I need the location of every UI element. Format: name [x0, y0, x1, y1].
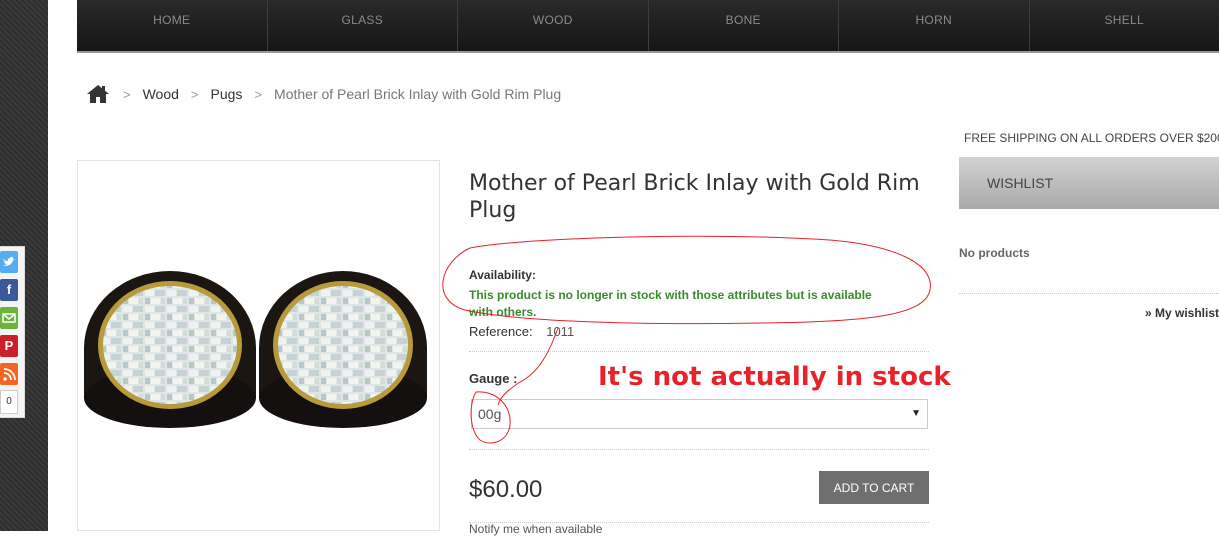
- nav-horn[interactable]: HORN: [839, 0, 1030, 51]
- top-navigation: HOME GLASS WOOD BONE HORN SHELL: [77, 0, 1219, 53]
- facebook-icon[interactable]: f: [0, 279, 18, 301]
- nav-shell[interactable]: SHELL: [1030, 0, 1219, 51]
- free-shipping-banner: FREE SHIPPING ON ALL ORDERS OVER $200: [964, 131, 1219, 145]
- breadcrumb-separator: >: [123, 87, 131, 102]
- nav-home[interactable]: HOME: [77, 0, 268, 51]
- twitter-icon[interactable]: [0, 251, 18, 273]
- reference-label: Reference:: [469, 324, 533, 339]
- breadcrumb-separator: >: [191, 87, 199, 102]
- breadcrumb-separator: >: [254, 87, 262, 102]
- gauge-selected-value: 00g: [478, 406, 501, 422]
- rss-icon[interactable]: [0, 363, 18, 385]
- divider: [469, 449, 929, 450]
- annotation-connector: [498, 328, 558, 405]
- plug-pair-image: [78, 161, 439, 530]
- home-icon[interactable]: [87, 84, 109, 104]
- left-gutter: [48, 0, 77, 531]
- breadcrumb-pugs[interactable]: Pugs: [211, 86, 243, 102]
- product-price: $60.00: [469, 476, 542, 504]
- pinterest-icon[interactable]: P: [0, 335, 18, 357]
- divider: [469, 351, 929, 352]
- nav-bone[interactable]: BONE: [649, 0, 840, 51]
- email-icon[interactable]: [0, 307, 18, 329]
- product-image[interactable]: [77, 160, 440, 531]
- product-title: Mother of Pearl Brick Inlay with Gold Ri…: [469, 170, 929, 224]
- reference-row: Reference: 1011: [469, 324, 574, 339]
- wishlist-header[interactable]: WISHLIST: [959, 157, 1219, 209]
- annotation-text: It's not actually in stock: [598, 362, 951, 392]
- notify-me-link[interactable]: Notify me when available: [469, 522, 602, 536]
- availability-label: Availability:: [469, 268, 536, 282]
- nav-wood[interactable]: WOOD: [458, 0, 649, 51]
- gauge-label: Gauge :: [469, 371, 517, 386]
- wishlist-empty-text: No products: [959, 246, 1030, 260]
- divider: [959, 293, 1219, 294]
- my-wishlists-link[interactable]: » My wishlists: [1145, 306, 1219, 320]
- gauge-select[interactable]: 00g ▼: [471, 399, 928, 429]
- reference-value: 1011: [546, 324, 574, 339]
- breadcrumb: > Wood > Pugs > Mother of Pearl Brick In…: [87, 82, 561, 106]
- chevron-down-icon: ▼: [911, 400, 921, 428]
- breadcrumb-current: Mother of Pearl Brick Inlay with Gold Ri…: [274, 86, 561, 102]
- add-to-cart-button[interactable]: ADD TO CART: [819, 471, 929, 504]
- share-count: 0: [0, 390, 18, 414]
- availability-text: This product is no longer in stock with …: [469, 287, 899, 321]
- breadcrumb-wood[interactable]: Wood: [143, 86, 179, 102]
- nav-glass[interactable]: GLASS: [268, 0, 459, 51]
